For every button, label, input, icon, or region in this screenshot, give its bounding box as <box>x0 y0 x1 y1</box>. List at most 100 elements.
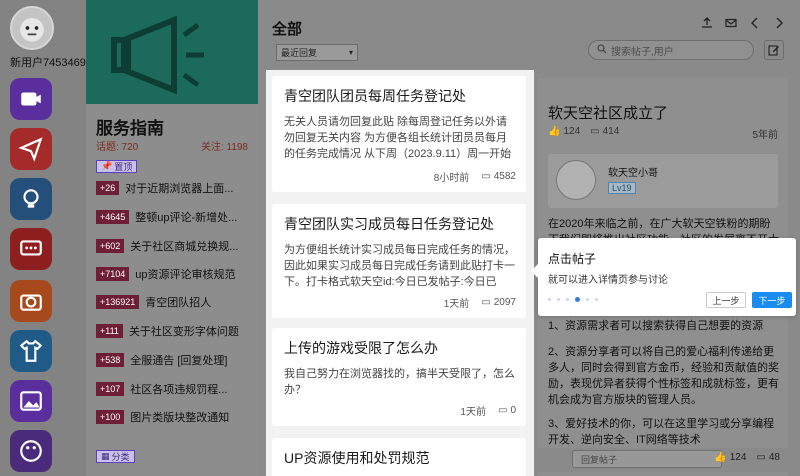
category-icon: ▦ <box>101 451 110 461</box>
section-item[interactable]: +136921 青空团队招人 <box>96 294 252 310</box>
section-item[interactable]: +7104 up资源评论审核规范 <box>96 266 252 282</box>
app-rail: 新用户7453469 <box>0 0 86 476</box>
comment-count: 48 <box>768 452 780 463</box>
step-dot <box>566 298 569 301</box>
item-badge: +4645 <box>96 210 130 224</box>
author-avatar[interactable] <box>556 160 596 200</box>
post-card[interactable]: UP资源使用和处罚规范 <box>272 438 526 476</box>
level-badge: Lv19 <box>608 182 636 194</box>
post-title: 上传的游戏受限了怎么办 <box>284 340 438 356</box>
section-item[interactable]: +100 图片类版块整改通知 <box>96 409 252 425</box>
section-item[interactable]: +538 全服通告 [回复处理] <box>96 352 252 368</box>
reply-input[interactable]: 回复帖子 <box>572 450 722 468</box>
chat-icon[interactable] <box>10 228 52 270</box>
comment-icon: ▭ <box>481 297 491 308</box>
item-title: up资源评论审核规范 <box>135 269 236 281</box>
item-badge: +538 <box>96 353 125 367</box>
item-badge: +111 <box>96 324 123 338</box>
comment-button[interactable]: ▭ 48 <box>756 452 780 463</box>
item-badge: +7104 <box>96 267 130 281</box>
item-badge: +107 <box>96 382 125 396</box>
comment-count: 4582 <box>493 171 516 182</box>
main-header: 全部 最近回复 ▾ 搜索帖子,用户 <box>258 0 800 70</box>
comment-count: 2097 <box>493 297 516 308</box>
category-chip[interactable]: ▦ 分类 <box>96 450 135 463</box>
step-dot <box>575 297 580 302</box>
like-button[interactable]: 👍 124 <box>714 452 746 463</box>
next-step-button[interactable]: 下一步 <box>752 292 792 308</box>
pinned-chip-label: 置顶 <box>114 162 133 172</box>
like-count: 124 <box>729 452 747 463</box>
author-name[interactable]: 软天空小哥 <box>608 164 658 179</box>
reply-bar: 回复帖子 👍 124 ▭ 48 <box>538 448 788 472</box>
item-title: 青空团队招人 <box>145 297 212 309</box>
comment-icon: ▭ <box>756 452 766 463</box>
post-title: 青空团队团员每周任务登记处 <box>284 88 466 104</box>
post-time: 1天前 <box>460 407 486 418</box>
sort-value: 最近回复 <box>281 48 318 58</box>
like-icon: 👍 <box>714 452 727 463</box>
section-item[interactable]: +4645 整顿up评论-新增处... <box>96 209 252 225</box>
image-icon[interactable] <box>10 380 52 422</box>
bulb-icon[interactable] <box>10 178 52 220</box>
topics-count: 话题: 720 <box>96 142 139 153</box>
palette-icon[interactable] <box>10 430 52 472</box>
mail-icon[interactable] <box>724 16 738 30</box>
section-item[interactable]: +111 关于社区变形字体问题 <box>96 323 252 339</box>
item-title: 全服通告 [回复处理] <box>130 355 228 367</box>
username[interactable]: 新用户7453469 <box>10 54 86 70</box>
detail-stats: 👍 124 ▭ 414 <box>548 126 619 137</box>
camera-icon[interactable] <box>10 280 52 322</box>
chevron-down-icon: ▾ <box>348 48 353 57</box>
forward-icon[interactable] <box>772 16 786 30</box>
send-icon[interactable] <box>10 128 52 170</box>
step-dot <box>548 298 551 301</box>
page-title: 全部 <box>272 21 303 38</box>
section-banner <box>86 0 258 104</box>
author-card[interactable]: 软天空小哥 Lv19 <box>548 154 778 208</box>
megaphone-icon <box>111 15 204 95</box>
section-item[interactable]: +107 社区各项违规罚程... <box>96 381 252 397</box>
post-excerpt: 无关人员请勿回复此贴 除每周登记任务以外请勿回复无关内容 为方便各组长统计团员员… <box>284 116 512 160</box>
post-title: 青空团队实习成员每日任务登记处 <box>284 216 494 232</box>
popover-arrow <box>531 264 538 278</box>
prev-step-button[interactable]: 上一步 <box>706 292 746 308</box>
step-dot <box>557 298 560 301</box>
back-icon[interactable] <box>748 16 762 30</box>
item-title: 图片类版块整改通知 <box>130 412 230 424</box>
popover-description: 就可以进入详情页参与讨论 <box>548 275 668 286</box>
post-meta: 8小时前 ▭ 4582 <box>434 169 516 184</box>
post-card[interactable]: 青空团队团员每周任务登记处 无关人员请勿回复此贴 除每周登记任务以外请勿回复无关… <box>272 76 526 192</box>
reply-stats: 👍 124 ▭ 48 <box>714 452 780 463</box>
new-post-button[interactable] <box>764 40 784 60</box>
user-avatar[interactable] <box>10 6 54 50</box>
detail-paragraph: 1、资源需求者可以搜索获得自己想要的资源 <box>548 320 764 332</box>
detail-age: 5年前 <box>752 130 778 141</box>
edit-icon <box>768 45 779 56</box>
comment-count: 0 <box>510 405 516 416</box>
pin-icon: 📌 <box>101 161 113 171</box>
post-card[interactable]: 青空团队实习成员每日任务登记处 为方便组长统计实习成员每日完成任务的情况，因此如… <box>272 204 526 318</box>
post-meta: 1天前 ▭ 2097 <box>444 295 516 310</box>
shirt-icon[interactable] <box>10 330 52 372</box>
upload-icon[interactable] <box>700 16 714 30</box>
comment-icon: ▭ <box>497 405 508 416</box>
item-title: 关于社区变形字体问题 <box>128 326 239 338</box>
comment-count: 414 <box>602 126 620 137</box>
section-item[interactable]: +26 对于近期浏览器上面... <box>96 180 252 196</box>
section-item[interactable]: +602 关于社区商城兑换规... <box>96 238 252 254</box>
video-icon[interactable] <box>10 78 52 120</box>
popover-title: 点击帖子 <box>548 252 597 266</box>
detail-title: 软天空社区成立了 <box>548 105 669 122</box>
detail-paragraph: 2、资源分享者可以将自己的爱心福利传递给更多人，同时会得到官方金币，经验和贡献值… <box>548 346 779 406</box>
onboarding-popover: 点击帖子 就可以进入详情页参与讨论 上一步 下一步 <box>531 238 796 316</box>
post-excerpt: 为方便组长统计实习成员每日完成任务的情况，因此如果实习成员每日完成任务请到此贴打… <box>284 244 515 288</box>
post-card[interactable]: 上传的游戏受限了怎么办 我自己努力在浏览器找的，搞半天受限了，怎么办？ 1天前 … <box>272 328 526 426</box>
section-panel: 服务指南 话题: 720 关注: 1198 📌 置顶 +26 对于近期浏览器上面..… <box>86 0 258 476</box>
section-title: 服务指南 <box>96 119 164 138</box>
sort-dropdown[interactable]: 最近回复 ▾ <box>276 44 358 61</box>
search-box[interactable]: 搜索帖子,用户 <box>588 40 754 60</box>
like-icon: 👍 <box>548 126 561 137</box>
item-badge: +26 <box>96 181 120 195</box>
post-time: 8小时前 <box>433 173 470 184</box>
